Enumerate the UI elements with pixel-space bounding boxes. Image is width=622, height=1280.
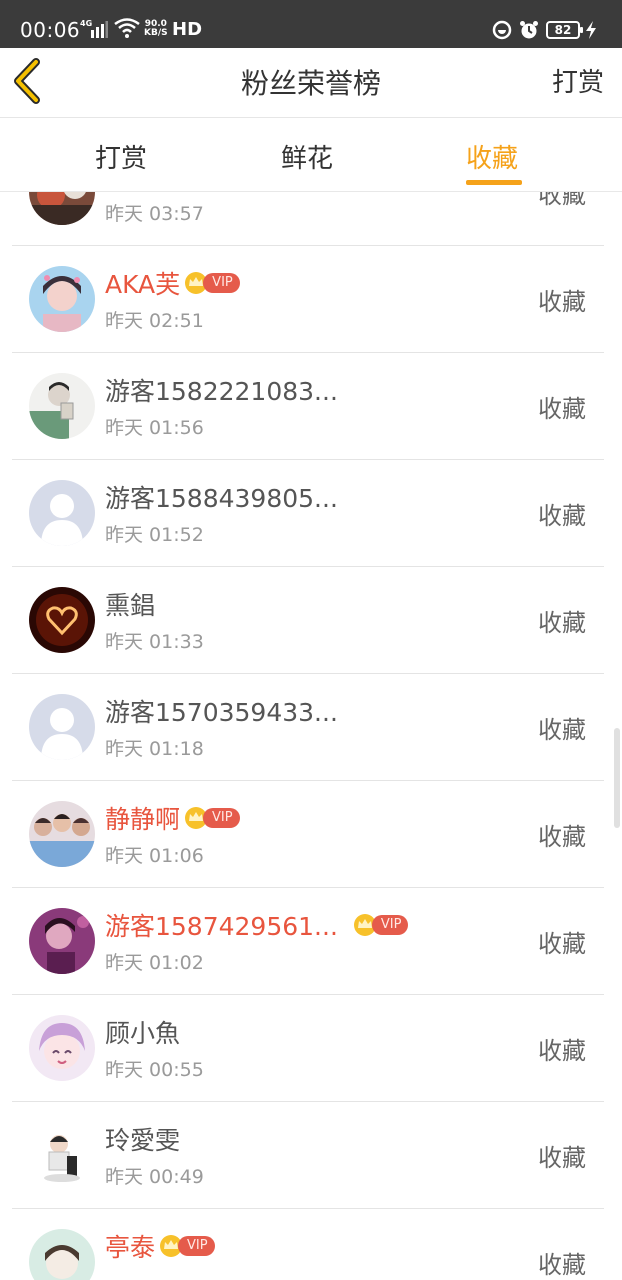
tab-bar: 打赏 鲜花 收藏 [0,118,622,192]
vip-badge: VIP [158,1235,215,1257]
vip-badge: VIP [183,807,240,829]
fan-time: 昨天 01:06 [105,845,204,867]
fan-action: 收藏 [538,716,586,744]
list-item[interactable]: AKA芙 VIP 昨天 02:51 收藏 [12,246,604,353]
fan-name: 玲愛雯 [105,1126,181,1155]
wifi-icon [114,18,140,38]
status-bar: 00:06 4G 90.0 KB/S HD 82 [0,0,622,48]
fan-name: 游客1570359433... [105,698,338,727]
fan-action: 收藏 [538,609,586,637]
hd-indicator: HD [172,19,203,40]
fan-action: 收藏 [538,1037,586,1065]
fan-time: 昨天 01:56 [105,417,204,439]
fan-name: 熏錩 [105,591,156,620]
fan-action: 收藏 [538,288,586,316]
fan-action: 收藏 [538,1251,586,1279]
fan-time: 昨天 01:33 [105,631,204,653]
alarm-icon [520,21,538,39]
fan-time: 昨天 03:57 [105,203,204,225]
avatar [29,1015,95,1081]
fan-name: 静静啊 [105,805,181,834]
header: 粉丝荣誉榜 打赏 [0,48,622,118]
fan-name: 游客1582221083... [105,377,338,406]
fan-time: 昨天 02:51 [105,310,204,332]
fan-action: 收藏 [538,192,586,209]
fan-time: 昨天 00:55 [105,1059,204,1081]
avatar [29,373,95,439]
list-item[interactable]: 玲愛雯 昨天 00:49 收藏 [12,1102,604,1209]
list-item[interactable]: 游客1588439805... 昨天 01:52 收藏 [12,460,604,567]
do-not-disturb-icon [492,20,512,40]
list-item[interactable]: 游客1587429561... VIP 昨天 01:02 收藏 [12,888,604,995]
list-item[interactable]: 顾小魚 昨天 00:55 收藏 [12,995,604,1102]
status-time: 00:06 [20,18,81,42]
fan-name: 顾小魚 [105,1019,181,1048]
avatar [29,694,95,760]
vip-badge: VIP [352,914,409,936]
fan-action: 收藏 [538,823,586,851]
tab-flowers[interactable]: 鲜花 [281,138,333,175]
signal-icon [91,21,108,38]
vip-badge: VIP [183,272,240,294]
list-item[interactable]: 静静啊 VIP 昨天 01:06 收藏 [12,781,604,888]
fan-time: 昨天 01:18 [105,738,204,760]
battery-indicator: 82 [546,21,583,39]
avatar [29,1229,95,1280]
page-title: 粉丝荣誉榜 [240,67,381,100]
network-speed: 90.0 KB/S [144,19,168,38]
avatar [29,192,95,225]
avatar [29,587,95,653]
avatar [29,266,95,332]
avatar [29,801,95,867]
tab-active-indicator [466,180,522,185]
avatar [29,908,95,974]
fan-name: 游客1588439805... [105,484,338,513]
fan-action: 收藏 [538,1144,586,1172]
scrollbar[interactable] [614,728,620,828]
charging-icon [586,21,596,39]
fan-time: 昨天 00:49 [105,1166,204,1188]
list-item[interactable]: 熏錩 昨天 01:33 收藏 [12,567,604,674]
reward-button[interactable]: 打赏 [552,62,604,99]
fan-name: AKA芙 [105,270,181,299]
tab-reward[interactable]: 打赏 [95,138,147,175]
fan-time: 昨天 01:52 [105,524,204,546]
avatar [29,480,95,546]
fan-name: 亭泰 [105,1233,156,1262]
avatar [29,1122,95,1188]
list-item[interactable]: 昨天 03:57 收藏 [12,192,604,246]
fan-action: 收藏 [538,502,586,530]
fan-list[interactable]: 昨天 03:57 收藏 AKA芙 VIP 昨天 02:51 收藏 游客15822… [0,192,622,1280]
fan-action: 收藏 [538,930,586,958]
list-item[interactable]: 亭泰 VIP 收藏 [12,1209,604,1280]
list-item[interactable]: 游客1570359433... 昨天 01:18 收藏 [12,674,604,781]
tab-favorites[interactable]: 收藏 [466,138,518,175]
fan-name: 游客1587429561... [105,912,338,941]
fan-action: 收藏 [538,395,586,423]
list-item[interactable]: 游客1582221083... 昨天 01:56 收藏 [12,353,604,460]
fan-time: 昨天 01:02 [105,952,204,974]
